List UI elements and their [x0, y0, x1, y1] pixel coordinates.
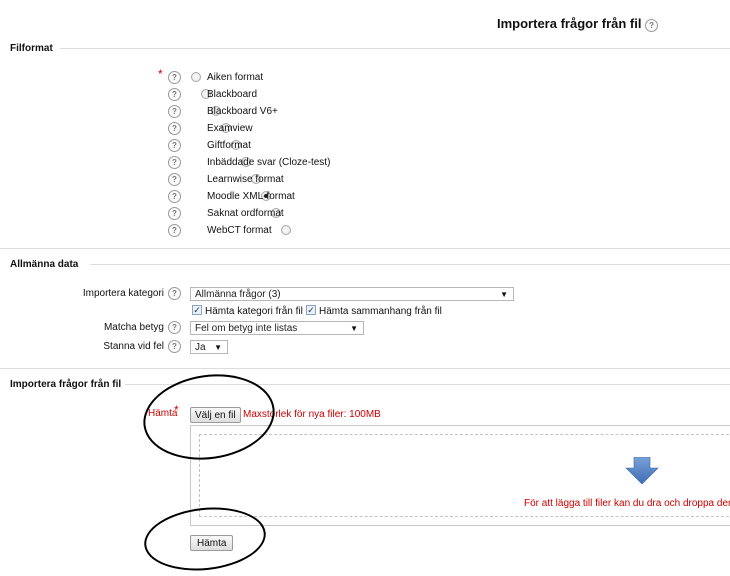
category-label: Importera kategori	[82, 288, 164, 299]
file-format-option-label[interactable]: Giftformat	[207, 140, 251, 151]
help-icon[interactable]: ?	[168, 224, 181, 237]
file-format-option-label[interactable]: Examview	[207, 123, 253, 134]
divider	[60, 48, 730, 49]
help-icon[interactable]: ?	[645, 19, 659, 32]
file-format-option-label[interactable]: Saknat ordformat	[207, 208, 284, 219]
fieldset-legend-file-format[interactable]: Filformat	[10, 43, 53, 54]
context-from-file-label: Hämta sammanhang från fil	[319, 306, 442, 317]
context-from-file-checkbox[interactable]: ✓	[306, 305, 316, 315]
divider	[0, 368, 730, 369]
help-icon[interactable]: ?	[168, 190, 181, 203]
file-format-option-label[interactable]: Aiken format	[207, 72, 263, 83]
file-format-radio[interactable]	[281, 225, 291, 235]
help-icon[interactable]: ?	[168, 71, 181, 84]
file-format-option-label[interactable]: Learnwise format	[207, 174, 284, 185]
drop-hint-text: För att lägga till filer kan du dra och …	[524, 498, 730, 509]
help-icon[interactable]: ?	[168, 156, 181, 169]
help-icon[interactable]: ?	[168, 321, 181, 334]
fieldset-legend-import[interactable]: Importera frågor från fil	[10, 379, 121, 390]
stop-on-error-label: Stanna vid fel	[103, 341, 164, 352]
file-format-option-label[interactable]: WebCT format	[207, 225, 272, 236]
file-format-radio[interactable]	[191, 72, 201, 82]
help-icon[interactable]: ?	[168, 122, 181, 135]
stop-on-error-select[interactable]: Ja ▼	[190, 340, 228, 354]
cat-from-file-checkbox[interactable]: ✓	[192, 305, 202, 315]
help-icon[interactable]: ?	[168, 173, 181, 186]
fieldset-legend-general[interactable]: Allmänna data	[10, 259, 78, 270]
cat-from-file-label: Hämta kategori från fil	[205, 306, 303, 317]
chevron-down-icon: ▼	[350, 324, 358, 333]
required-icon: *	[158, 67, 163, 81]
file-format-option-label[interactable]: Moodle XML-format	[207, 191, 295, 202]
divider	[90, 264, 730, 265]
drop-zone[interactable]: För att lägga till filer kan du dra och …	[199, 434, 730, 517]
upload-arrow-icon	[625, 457, 659, 485]
help-icon[interactable]: ?	[168, 340, 181, 353]
file-format-option-label[interactable]: Inbäddade svar (Cloze-test)	[207, 157, 330, 168]
help-icon[interactable]: ?	[168, 88, 181, 101]
chevron-down-icon: ▼	[214, 343, 222, 352]
category-select[interactable]: Allmänna frågor (3) ▼	[190, 287, 514, 301]
file-format-option-label[interactable]: Blackboard V6+	[207, 106, 278, 117]
help-icon[interactable]: ?	[168, 287, 181, 300]
file-format-radio-group: ? Aiken format? Blackboard? Blackboard V6+?…	[0, 0, 730, 237]
file-format-option-label[interactable]: Blackboard	[207, 89, 257, 100]
help-icon[interactable]: ?	[168, 105, 181, 118]
chevron-down-icon: ▼	[500, 290, 508, 299]
page-title: Importera frågor från fil ?	[497, 16, 659, 32]
file-picker-container: För att lägga till filer kan du dra och …	[190, 425, 730, 526]
divider	[0, 248, 730, 249]
match-grade-select[interactable]: Fel om betyg inte listas ▼	[190, 321, 364, 335]
help-icon[interactable]: ?	[168, 139, 181, 152]
help-icon[interactable]: ?	[168, 207, 181, 220]
match-grade-label: Matcha betyg	[103, 322, 164, 333]
